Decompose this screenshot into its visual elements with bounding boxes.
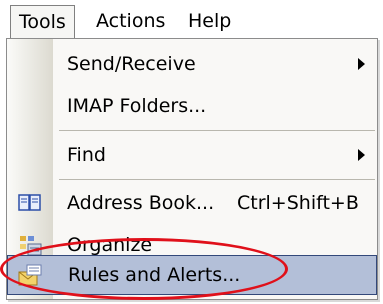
- menu-item-imap-folders[interactable]: IMAP Folders...: [7, 85, 377, 127]
- menu-separator: [59, 179, 375, 180]
- submenu-arrow-icon: [358, 149, 365, 161]
- menu-tools-label: Tools: [19, 11, 66, 33]
- menu-item-label: Address Book...: [67, 192, 215, 214]
- menu-item-label: Rules and Alerts...: [68, 264, 241, 286]
- menu-item-find[interactable]: Find: [7, 134, 377, 176]
- menu-item-address-book[interactable]: Address Book... Ctrl+Shift+B: [7, 182, 377, 224]
- menu-item-label: Find: [67, 144, 106, 166]
- menu-item-shortcut: Ctrl+Shift+B: [237, 192, 359, 214]
- menu-item-send-receive[interactable]: Send/Receive: [7, 43, 377, 85]
- address-book-icon: [17, 190, 43, 216]
- menu-item-rules-and-alerts[interactable]: Rules and Alerts...: [7, 255, 377, 295]
- menu-bar: Tools Actions Help: [0, 0, 383, 40]
- menu-help[interactable]: Help: [180, 5, 239, 38]
- menu-item-label: IMAP Folders...: [67, 95, 207, 117]
- submenu-arrow-icon: [358, 58, 365, 70]
- menu-actions-label: Actions: [96, 10, 166, 32]
- menu-actions[interactable]: Actions: [88, 5, 173, 38]
- menu-item-label: Send/Receive: [67, 53, 196, 75]
- menu-separator: [59, 130, 375, 131]
- rules-alerts-icon: [17, 262, 43, 288]
- menu-tools[interactable]: Tools: [10, 5, 75, 38]
- menu-help-label: Help: [188, 10, 232, 32]
- tools-dropdown-menu: Send/Receive IMAP Folders... Find Addres…: [6, 38, 378, 300]
